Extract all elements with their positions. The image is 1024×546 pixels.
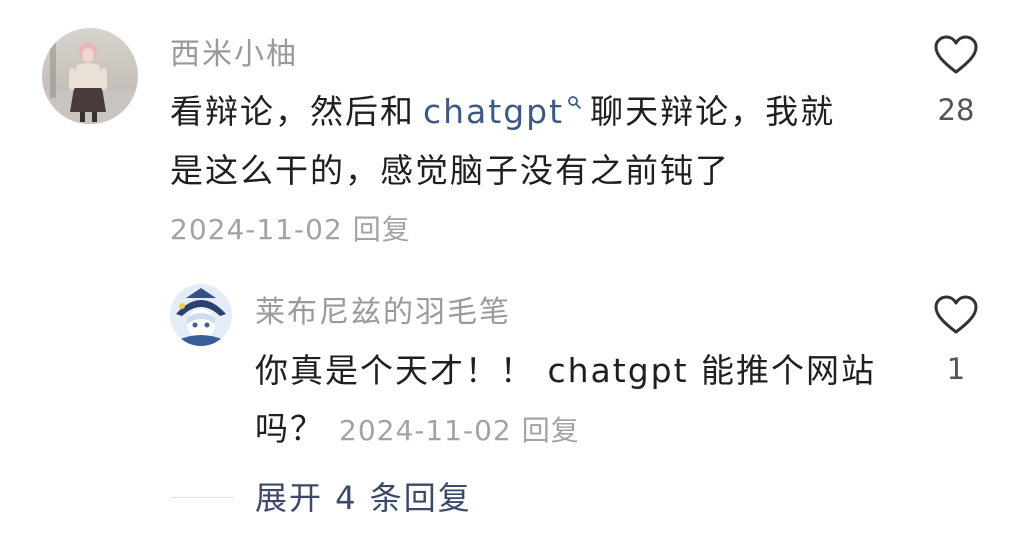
search-icon xyxy=(568,96,581,109)
heart-icon xyxy=(934,35,978,74)
heart-icon xyxy=(934,295,978,334)
avatar[interactable] xyxy=(170,284,232,346)
comment-username[interactable]: 西米小柚 xyxy=(170,33,298,77)
reply-text-line-2: 吗？ 2024-11-02 回复 xyxy=(255,407,580,453)
avatar-illustration xyxy=(170,284,232,346)
comment-text: 聊天辩论，我就 xyxy=(590,92,836,131)
reply-date: 2024-11-02 xyxy=(339,414,512,447)
like-count: 1 xyxy=(946,352,966,386)
comment-text-line-1: 看辩论，然后和 chatgpt 聊天辩论，我就 xyxy=(170,90,835,134)
link-text[interactable]: chatgpt xyxy=(423,92,564,131)
reply-username[interactable]: 莱布尼兹的羽毛笔 xyxy=(255,291,511,335)
comment-text: 看辩论，然后和 xyxy=(170,92,415,131)
like-button[interactable] xyxy=(926,34,986,76)
divider xyxy=(170,497,234,498)
comment-text-line-2: 是这么干的，感觉脑子没有之前钝了 xyxy=(170,151,730,190)
comment-date: 2024-11-02 xyxy=(170,213,343,246)
like-button[interactable] xyxy=(926,294,986,336)
reply-button[interactable]: 回复 xyxy=(522,414,580,447)
avatar-photo xyxy=(42,28,138,124)
comment-meta: 2024-11-02 回复 xyxy=(170,208,411,252)
expand-replies-button[interactable]: 展开 4 条回复 xyxy=(255,476,472,520)
chatgpt-link[interactable]: chatgpt xyxy=(423,92,581,131)
reply-button[interactable]: 回复 xyxy=(353,213,411,246)
reply-text-line-1: 你真是个天才！！ chatgpt 能推个网站 xyxy=(255,351,877,390)
avatar[interactable] xyxy=(42,28,138,124)
like-count: 28 xyxy=(937,93,975,127)
reply-text: 吗？ xyxy=(255,409,325,448)
